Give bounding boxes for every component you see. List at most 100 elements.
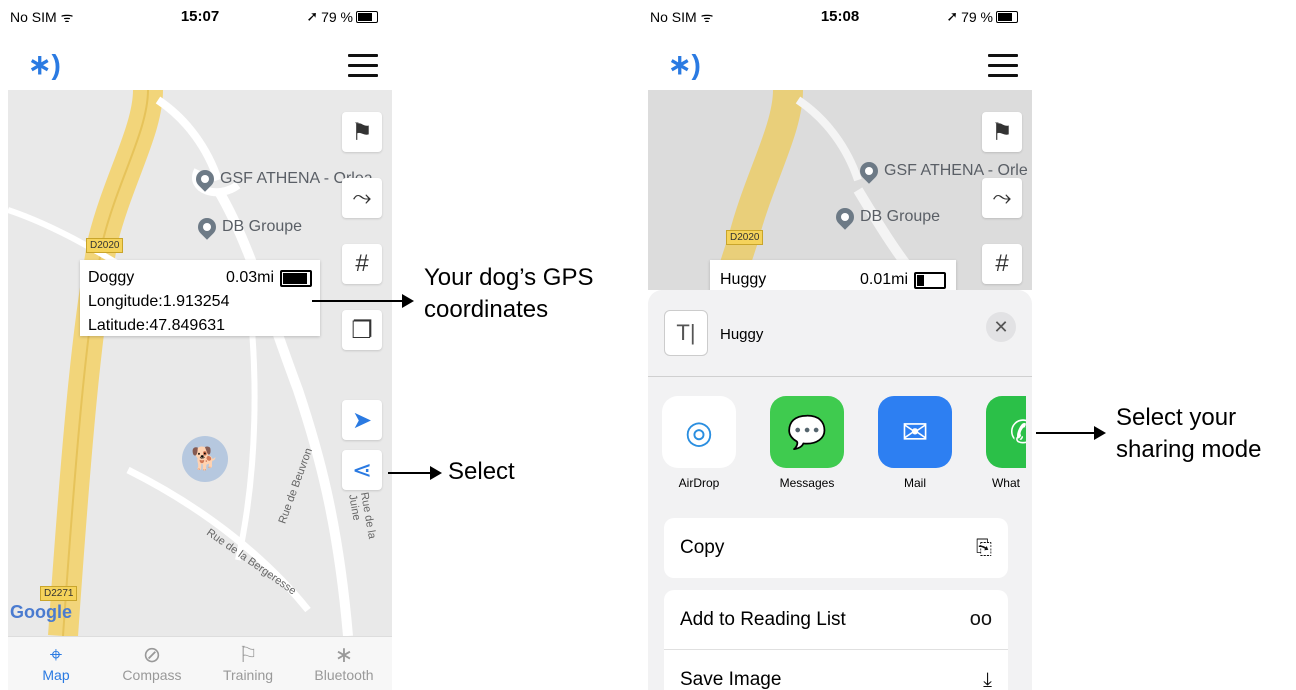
- bluetooth-logo-icon[interactable]: ∗): [668, 48, 701, 81]
- navigate-button[interactable]: ➤: [342, 400, 382, 440]
- close-button[interactable]: ✕: [986, 312, 1016, 342]
- callout-sharing-mode: Select your sharing mode: [1116, 404, 1262, 463]
- distance-battery: 0.03mi: [226, 266, 312, 290]
- battery-status: ➚ 79 %: [946, 8, 1018, 25]
- share-app-mail[interactable]: ✉ Mail: [878, 396, 952, 490]
- bluetooth-icon: ∗: [334, 642, 354, 667]
- share-title: Huggy: [720, 326, 764, 343]
- callout-select: Select: [448, 458, 515, 485]
- fence-icon: #: [995, 250, 1009, 277]
- share-sheet-header: T| Huggy ✕: [648, 290, 1032, 377]
- compass-icon: ⊘: [142, 642, 162, 667]
- battery-percent: 79 %: [321, 8, 353, 25]
- phone-screen-map: No SIM ᯤ 15:07 ➚ 79 % ∗) GSF ATHENA - Or…: [8, 0, 392, 690]
- map-view[interactable]: GSF ATHENA - Orlea DB Groupe D2020 D2271…: [8, 90, 392, 636]
- action-copy[interactable]: Copy ⎘: [664, 518, 1008, 578]
- battery-icon: [996, 10, 1018, 23]
- road-tag-d2020: D2020: [726, 230, 764, 245]
- map-pin-icon: ⌖: [49, 642, 63, 667]
- map-pin-icon: [832, 204, 858, 230]
- share-app-whatsapp[interactable]: ✆ What: [986, 396, 1026, 490]
- fence-button[interactable]: #: [982, 244, 1022, 284]
- dog-info-card[interactable]: Doggy 0.03mi Longitude:1.913254 Latitude…: [80, 260, 320, 336]
- nav-bar: ∗): [648, 36, 1032, 90]
- glasses-icon: oo: [969, 608, 992, 630]
- poi-db-groupe[interactable]: DB Groupe: [194, 214, 302, 240]
- battery-icon: [356, 10, 378, 23]
- whatsapp-icon: ✆: [986, 396, 1026, 468]
- action-group-more: Add to Reading List oo Save Image ⤓: [664, 590, 1008, 690]
- download-icon: ⤓: [983, 668, 992, 690]
- text-document-icon: T|: [664, 310, 708, 356]
- distance-battery: 0.01mi: [860, 268, 946, 292]
- phone-screen-share: No SIM ᯤ 15:08 ➚ 79 % ∗) GSF ATHENA - Or…: [648, 0, 1032, 690]
- flag-icon: ⚑: [991, 118, 1013, 146]
- dog-distance: 0.03mi: [225, 269, 274, 286]
- share-button[interactable]: ⋖: [342, 450, 382, 490]
- status-bar: No SIM ᯤ 15:08 ➚ 79 %: [648, 0, 1032, 36]
- flag-target-button[interactable]: ⚑: [342, 112, 382, 152]
- mail-icon: ✉: [878, 396, 952, 468]
- map-pin-icon: [194, 214, 220, 240]
- bluetooth-logo-icon[interactable]: ∗): [28, 48, 61, 81]
- share-app-airdrop[interactable]: ◎ AirDrop: [662, 396, 736, 490]
- location-arrow-icon: ➚: [306, 8, 319, 24]
- navigation-arrow-icon: ➤: [351, 406, 373, 434]
- nav-bar: ∗): [8, 36, 392, 90]
- poi-db-groupe[interactable]: DB Groupe: [832, 204, 940, 230]
- road-tag-d2271: D2271: [40, 586, 78, 601]
- info-card-header: Huggy 0.01mi: [720, 268, 946, 292]
- menu-icon[interactable]: [348, 54, 378, 84]
- callout-arrow-sharing: [1036, 426, 1106, 440]
- fence-button[interactable]: #: [342, 244, 382, 284]
- map-pin-icon: [192, 166, 218, 192]
- map-layers-button[interactable]: ❐: [342, 310, 382, 350]
- google-logo: Google: [10, 602, 72, 622]
- dog-name: Huggy: [720, 271, 767, 288]
- route-icon: ⤳: [992, 184, 1012, 211]
- tab-training[interactable]: ⚐ Training: [200, 637, 296, 690]
- menu-icon[interactable]: [988, 54, 1018, 84]
- dog-name: Doggy: [88, 269, 135, 286]
- status-bar: No SIM ᯤ 15:07 ➚ 79 %: [8, 0, 392, 36]
- info-card-header: Doggy 0.03mi: [88, 266, 312, 290]
- action-group-copy: Copy ⎘: [664, 518, 1008, 578]
- close-icon: ✕: [993, 316, 1009, 337]
- route-icon: ⤳: [352, 184, 372, 211]
- battery-percent: 79 %: [961, 8, 993, 25]
- route-button[interactable]: ⤳: [982, 178, 1022, 218]
- road-tag-d2020: D2020: [86, 238, 124, 253]
- tab-bluetooth[interactable]: ∗ Bluetooth: [296, 637, 392, 690]
- airdrop-icon: ◎: [662, 396, 736, 468]
- dog-location-marker[interactable]: 🐕: [182, 436, 228, 482]
- flag-target-button[interactable]: ⚑: [982, 112, 1022, 152]
- fence-icon: #: [355, 250, 369, 277]
- tracker-battery-icon: [280, 269, 312, 287]
- dog-distance: 0.01mi: [859, 271, 908, 288]
- share-icon: ⋖: [351, 456, 373, 484]
- flag-icon: ⚐: [238, 642, 258, 667]
- flag-icon: ⚑: [351, 118, 373, 146]
- share-app-messages[interactable]: 💬 Messages: [770, 396, 844, 490]
- map-pin-icon: [856, 158, 882, 184]
- copy-icon: ⎘: [976, 536, 992, 559]
- share-sheet: T| Huggy ✕ ◎ AirDrop 💬 Messages ✉ Mail ✆…: [648, 290, 1032, 690]
- action-reading-list[interactable]: Add to Reading List oo: [664, 590, 1008, 650]
- dog-latitude: Latitude:47.849631: [88, 317, 226, 334]
- dog-longitude: Longitude:1.913254: [88, 293, 230, 310]
- battery-status: ➚ 79 %: [306, 8, 378, 25]
- location-arrow-icon: ➚: [946, 8, 959, 24]
- callout-gps: Your dog’s GPS coordinates: [424, 264, 594, 323]
- messages-icon: 💬: [770, 396, 844, 468]
- callout-arrow-gps: [312, 294, 414, 308]
- callout-arrow-select: [388, 466, 442, 480]
- tab-map[interactable]: ⌖ Map: [8, 637, 104, 690]
- dog-icon: 🐕: [191, 446, 219, 471]
- action-save-image[interactable]: Save Image ⤓: [664, 650, 1008, 690]
- layers-icon: ❐: [351, 316, 373, 344]
- share-apps-row: ◎ AirDrop 💬 Messages ✉ Mail ✆ What: [662, 396, 1026, 490]
- route-button[interactable]: ⤳: [342, 178, 382, 218]
- tab-compass[interactable]: ⊘ Compass: [104, 637, 200, 690]
- tab-bar: ⌖ Map ⊘ Compass ⚐ Training ∗ Bluetooth: [8, 636, 392, 690]
- tracker-battery-icon: [914, 271, 946, 289]
